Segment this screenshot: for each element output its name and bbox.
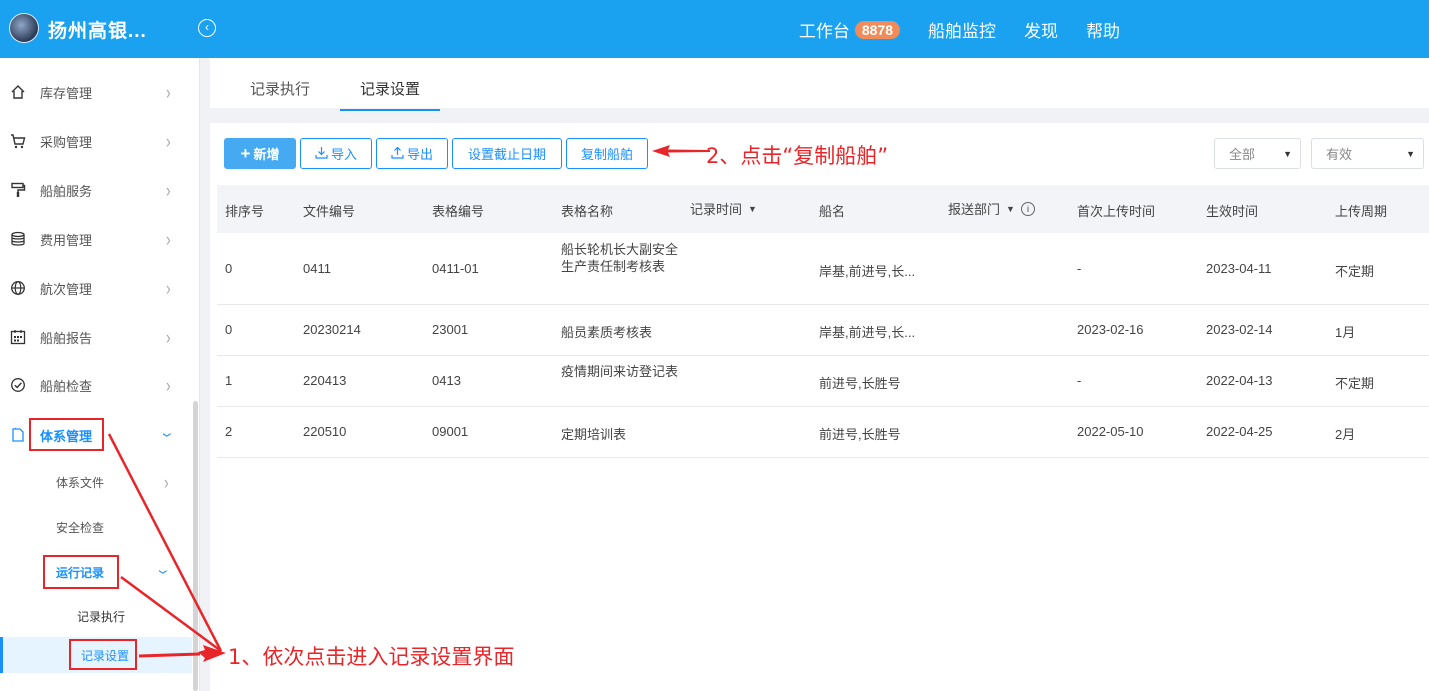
annotation-step1: 1、依次点击进入记录设置界面 (228, 645, 515, 669)
annotation-arrows (107, 433, 226, 662)
